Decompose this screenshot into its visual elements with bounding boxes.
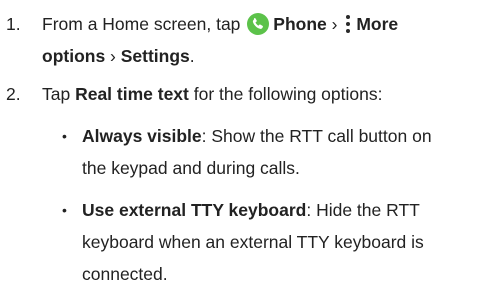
step-1-line-2: options › Settings.	[42, 46, 195, 66]
more-options-icon	[344, 13, 352, 35]
option-name: Use external TTY keyboard	[82, 200, 307, 220]
settings-label: Settings	[120, 46, 190, 66]
instructions-page: 1. From a Home screen, tap Phone › More …	[0, 0, 496, 292]
option-name: Always visible	[82, 126, 202, 146]
real-time-text-label: Real time text	[75, 84, 189, 104]
more-label: More	[356, 14, 399, 34]
step-2-line: Tap Real time text for the following opt…	[42, 84, 383, 104]
phone-icon	[247, 13, 270, 35]
bullet: •	[62, 202, 67, 218]
step-1-line-1: From a Home screen, tap Phone › More	[42, 13, 399, 35]
step-number: 2.	[6, 84, 21, 104]
phone-label: Phone	[273, 14, 327, 34]
bullet: •	[62, 128, 67, 144]
step-number: 1.	[6, 14, 21, 34]
